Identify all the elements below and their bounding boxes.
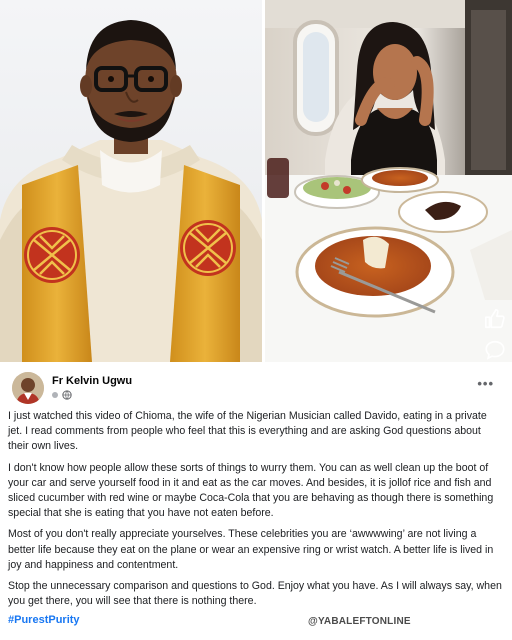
meta-separator (52, 392, 58, 398)
priest-photo[interactable] (0, 0, 262, 362)
watermark: @YABALEFTONLINE (308, 616, 411, 627)
hashtag-link[interactable]: #PurestPurity (8, 614, 80, 626)
post-paragraph: I just watched this video of Chioma, the… (8, 410, 487, 453)
post-paragraph: Stop the unnecessary comparison and ques… (8, 580, 502, 608)
thumbs-up-icon[interactable] (484, 308, 506, 330)
globe-icon[interactable] (62, 390, 72, 400)
more-options-icon[interactable]: ••• (477, 376, 494, 391)
avatar[interactable] (12, 372, 44, 404)
post-header: Fr Kelvin Ugwu ••• (10, 362, 502, 404)
comment-bubble-icon[interactable] (484, 339, 506, 361)
jet-dining-photo[interactable] (265, 0, 512, 362)
post-text: I just watched this video of Chioma, the… (8, 409, 502, 615)
post-meta (52, 390, 72, 400)
facebook-post: Fr Kelvin Ugwu ••• I just watched this v… (0, 362, 512, 640)
author-name[interactable]: Fr Kelvin Ugwu (52, 375, 132, 387)
post-paragraph: Most of you don't really appreciate your… (8, 528, 494, 571)
post-photos (0, 0, 512, 362)
post-paragraph: I don't know how people allow these sort… (8, 461, 494, 520)
